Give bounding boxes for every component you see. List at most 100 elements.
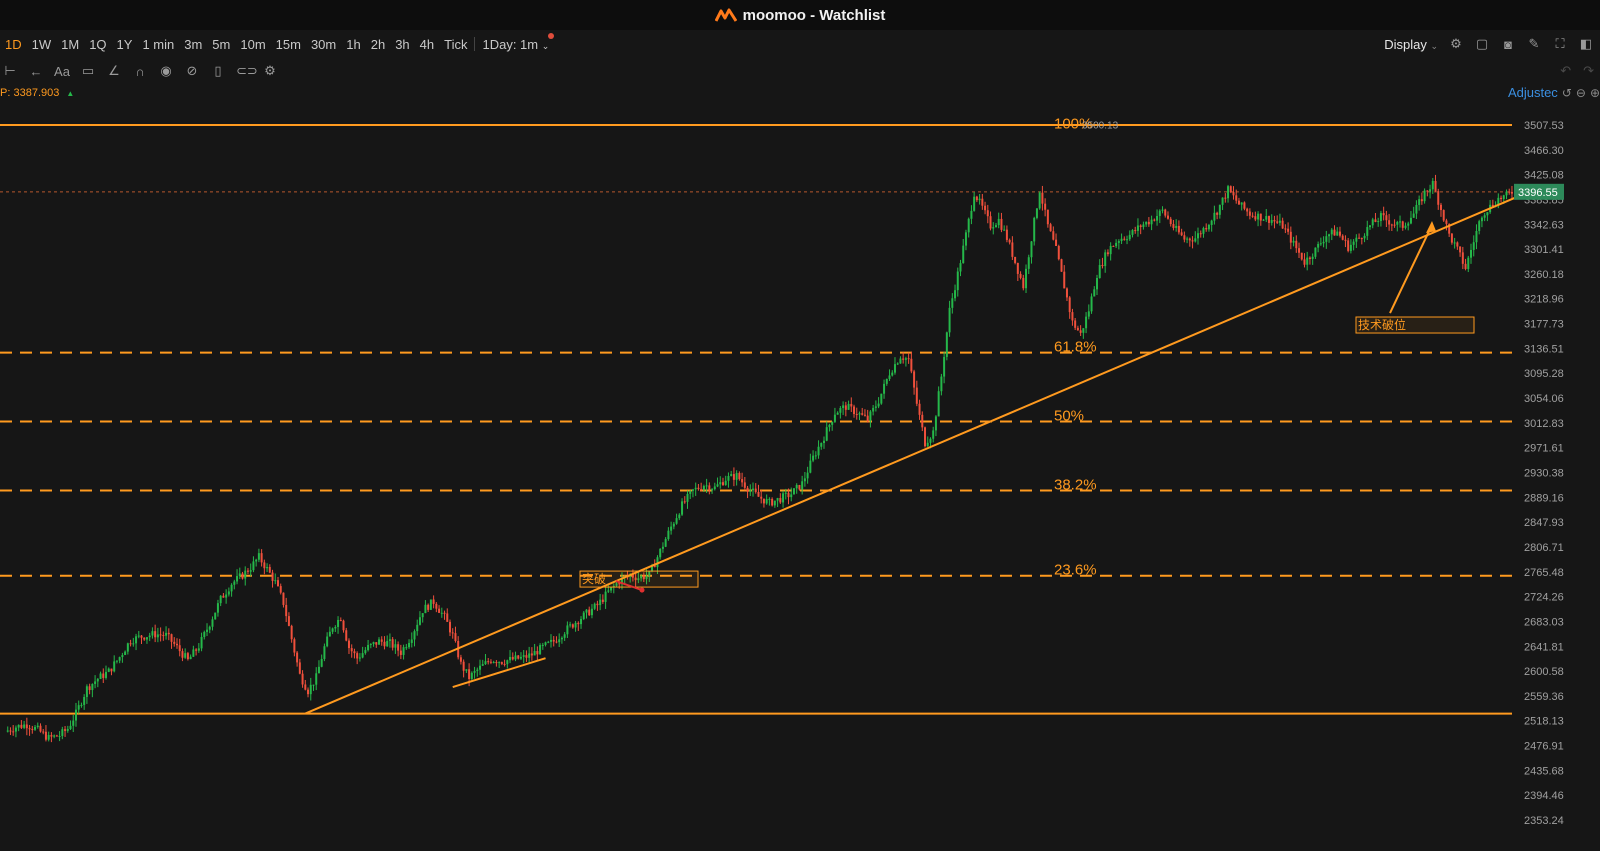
candle-body <box>872 407 875 412</box>
candle-body <box>880 393 883 404</box>
candle-body <box>470 672 473 680</box>
candle-body <box>481 664 484 666</box>
candle-body <box>443 612 446 614</box>
candle-body <box>509 656 512 661</box>
y-tick-label: 3012.83 <box>1524 418 1564 430</box>
candle-body <box>1284 228 1287 230</box>
candle-body <box>992 227 995 229</box>
candle-body <box>342 620 345 631</box>
candle-body <box>31 728 34 730</box>
trendlines <box>304 188 1535 715</box>
candle-body <box>1415 204 1418 214</box>
candle-body <box>312 684 315 686</box>
candle-body <box>719 482 722 485</box>
candle-body <box>1199 233 1202 235</box>
candle-body <box>975 196 978 201</box>
candle-body <box>700 489 703 491</box>
candle-body <box>1227 186 1230 199</box>
candle-body <box>285 604 288 617</box>
candle-body <box>1292 240 1295 243</box>
candle-body <box>866 415 869 421</box>
candle-body <box>1035 208 1038 218</box>
candle-body <box>560 637 563 640</box>
candle-body <box>1439 204 1442 211</box>
candle-body <box>577 622 580 625</box>
candle-body <box>593 603 596 609</box>
candle-body <box>1352 241 1355 245</box>
candle-body <box>369 643 372 645</box>
candle-body <box>1112 245 1115 247</box>
candle-body <box>1347 240 1350 251</box>
candle-body <box>883 383 886 394</box>
candle-body <box>238 573 241 577</box>
candle-body <box>825 427 828 441</box>
candle-body <box>749 490 752 492</box>
candle-body <box>522 655 525 657</box>
candle-body <box>64 729 67 731</box>
candle-body <box>208 626 211 630</box>
candle-body <box>721 482 724 485</box>
candle-body <box>705 485 708 487</box>
candle-body <box>1019 273 1022 278</box>
candle-body <box>885 378 888 384</box>
candle-body <box>536 651 539 655</box>
candle-body <box>787 492 790 498</box>
candle-body <box>601 599 604 602</box>
candle-body <box>711 489 714 491</box>
y-tick-label: 2889.16 <box>1524 492 1564 504</box>
candle-body <box>585 609 588 613</box>
candle-body <box>459 657 462 662</box>
y-tick-label: 2435.68 <box>1524 765 1564 777</box>
candle-body <box>735 473 738 480</box>
candle-body <box>907 358 910 360</box>
y-tick-label: 2600.58 <box>1524 666 1564 678</box>
fib-level-label: 61.8% <box>1054 339 1097 356</box>
candle-body <box>732 474 735 480</box>
candle-body <box>511 656 514 660</box>
candle-body <box>1087 311 1090 317</box>
candle-body <box>1134 230 1137 232</box>
candle-body <box>1126 239 1129 241</box>
candle-body <box>1202 228 1205 234</box>
candle-body <box>888 375 891 379</box>
y-tick-label: 3342.63 <box>1524 219 1564 231</box>
candle-body <box>1060 259 1063 272</box>
candle-body <box>356 653 359 659</box>
candle-body <box>921 414 924 428</box>
candle-body <box>607 590 610 592</box>
candle-body <box>801 481 804 490</box>
candle-body <box>776 498 779 501</box>
candle-body <box>230 584 233 592</box>
candle-body <box>1003 229 1006 231</box>
candle-body <box>17 724 20 728</box>
candle-body <box>994 225 997 228</box>
candle-body <box>339 619 342 621</box>
fib-level-label: 38.2% <box>1054 476 1097 493</box>
candle-body <box>151 631 154 636</box>
candle-body <box>1267 216 1270 223</box>
candle-body <box>1128 234 1131 240</box>
price-chart[interactable]: 100%61.8%50%38.2%23.6%3500.13 突破技术破位 350… <box>0 0 1600 851</box>
candle-body <box>1085 316 1088 329</box>
candle-body <box>1281 220 1284 229</box>
candle-body <box>1175 225 1178 228</box>
candle-body <box>1407 223 1410 226</box>
candle-body <box>550 639 552 642</box>
breakout-label: 突破 <box>582 571 606 586</box>
y-tick-label: 2559.36 <box>1524 691 1564 703</box>
candle-body <box>1429 189 1432 192</box>
candle-body <box>1033 217 1036 242</box>
candle-body <box>1510 191 1513 194</box>
candle-body <box>1322 241 1325 244</box>
candle-body <box>115 660 118 662</box>
candle-body <box>495 662 498 664</box>
candle-body <box>1349 244 1352 251</box>
candle-body <box>320 658 323 667</box>
candle-body <box>1131 230 1134 235</box>
candle-body <box>686 493 689 502</box>
candle-body <box>197 648 200 651</box>
candle-body <box>287 616 290 626</box>
candle-body <box>44 731 47 740</box>
candle-body <box>1366 227 1369 236</box>
candle-body <box>1161 209 1164 211</box>
